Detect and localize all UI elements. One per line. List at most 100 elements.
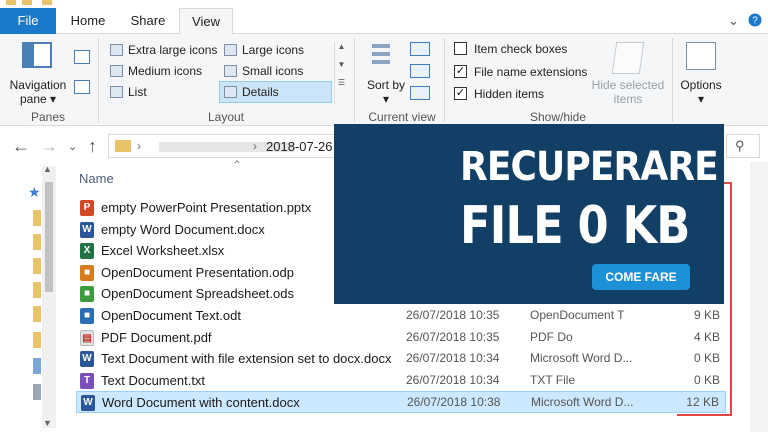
file-name: PDF Document.pdf [101,329,212,345]
banner-title-line1: RECUPERARE [460,144,719,190]
file-type: OpenDocument T [530,308,625,322]
download-icon[interactable] [33,358,41,374]
sort-by-button[interactable]: Sort by ▾ [364,78,408,106]
group-label-panes: Panes [30,110,66,124]
folder-icon[interactable] [22,0,32,5]
layout-medium-icons[interactable]: Medium icons [106,61,218,81]
file-row[interactable]: ■ OpenDocument Text.odt 26/07/2018 10:35 Op… [76,305,726,327]
up-arrow-icon[interactable]: ↑ [88,136,97,157]
powerpoint-icon: P [80,200,94,216]
options-icon[interactable] [686,42,716,70]
checkbox[interactable]: ✓ [454,87,467,100]
file-row[interactable]: ▤ PDF Document.pdf 26/07/2018 10:35 PDF Do 4… [76,327,726,349]
file-name: empty PowerPoint Presentation.pptx [101,200,312,215]
folder-icon[interactable] [42,0,52,5]
folder-icon[interactable] [33,234,41,250]
hidden-items-toggle[interactable]: ✓ Hidden items [454,85,544,103]
breadcrumb-chevron-icon[interactable]: › [253,139,257,153]
ods-icon: ■ [80,286,94,303]
layout-item-label: Small icons [242,64,304,78]
hide-selected-icon[interactable] [611,42,645,74]
size-columns-icon[interactable] [410,86,430,100]
help-icon[interactable]: ? [748,13,762,30]
banner-title-line2: FILE 0 KB [460,196,690,256]
word-icon: W [81,395,95,412]
tab-file[interactable]: File [0,8,56,34]
navigation-pane: ★ ▲ ▼ [0,162,56,432]
sort-icon[interactable] [372,42,398,70]
layout-small-icons[interactable]: Small icons [220,61,332,81]
file-name-extensions-toggle[interactable]: ✓ File name extensions [454,63,587,81]
scroll-down-icon[interactable]: ▼ [43,418,52,428]
tab-view[interactable]: View [179,8,233,35]
file-type: TXT File [530,372,576,387]
layout-extra-large-icons[interactable]: Extra large icons [106,40,218,60]
come-fare-button[interactable]: COME FARE [592,264,690,290]
file-row[interactable]: W Word Document with content.docx 26/07/20… [76,391,726,414]
large-icons-icon [224,44,237,56]
breadcrumb-chevron-icon[interactable]: › [137,139,141,153]
layout-details[interactable]: Details [219,81,332,103]
pdf-icon: ▤ [80,329,94,346]
checkbox[interactable] [454,42,467,55]
scrollbar-thumb[interactable] [45,182,53,292]
folder-icon[interactable] [33,306,41,322]
odp-icon: ■ [80,264,94,281]
hide-selected-items-button[interactable]: Hide selected items [588,78,668,106]
group-by-icon[interactable] [410,42,430,56]
divider [354,38,355,122]
checkbox[interactable]: ✓ [454,65,467,78]
group-label-current-view: Current view [368,110,436,124]
file-list-scrollbar[interactable] [750,162,768,432]
options-button[interactable]: Options ▾ [676,78,726,106]
file-name: Text Document.txt [101,372,206,388]
folder-icon[interactable] [33,332,41,348]
navigation-scrollbar[interactable] [42,166,56,428]
divider [672,38,673,122]
layout-large-icons[interactable]: Large icons [220,40,332,60]
preview-pane-icon[interactable] [74,50,90,64]
chevron-down-icon[interactable]: ⌄ [728,13,739,29]
file-name: OpenDocument Presentation.odp [101,264,294,280]
layout-item-label: Large icons [242,43,305,57]
title-bar [0,0,768,8]
file-name: OpenDocument Text.odt [101,308,241,323]
search-input[interactable]: ⚲ [726,134,760,158]
navigation-pane-icon[interactable] [22,42,52,68]
quick-access-icon[interactable] [6,0,16,5]
file-name: OpenDocument Spreadsheet.ods [101,286,294,302]
column-header-name[interactable]: Name [79,171,114,186]
layout-scroll[interactable]: ▲ ▼ ☰ [334,42,348,104]
item-check-boxes-toggle[interactable]: Item check boxes [454,40,567,58]
search-icon: ⚲ [735,138,745,153]
scroll-up-icon[interactable]: ▲ [43,164,52,174]
extra-large-icons-icon [110,44,123,56]
divider [98,38,99,122]
file-row[interactable]: T Text Document.txt 26/07/2018 10:34 TXT Fi… [76,370,726,392]
recent-locations-chevron-icon[interactable]: ⌄ [68,140,77,153]
forward-arrow-icon[interactable]: → [40,136,58,157]
word-icon: W [80,221,94,238]
navigation-pane-button[interactable]: Navigation pane ▾ [6,78,70,106]
folder-icon[interactable] [33,282,41,298]
checkbox-label: Item check boxes [474,42,568,56]
checkbox-label: Hidden items [474,87,545,101]
file-name: Text Document with file extension set to… [101,351,392,367]
quick-access-star-icon[interactable]: ★ [28,184,41,201]
back-arrow-icon[interactable]: ← [12,136,30,157]
documents-icon[interactable] [33,384,41,400]
file-name: Excel Worksheet.xlsx [101,243,225,259]
tab-home[interactable]: Home [58,8,118,34]
layout-list[interactable]: List [106,82,218,102]
folder-icon[interactable] [33,210,41,226]
details-pane-icon[interactable] [74,80,90,94]
file-date: 26/07/2018 10:35 [406,308,500,322]
file-type: Microsoft Word D... [530,351,633,366]
divider [444,38,445,122]
file-row[interactable]: W Text Document with file extension set t… [76,348,726,370]
tab-share[interactable]: Share [118,8,178,34]
folder-icon[interactable] [33,258,41,274]
add-columns-icon[interactable] [410,64,430,78]
breadcrumb-current-folder[interactable]: 2018-07-26 V [266,139,345,154]
svg-text:?: ? [752,16,758,27]
